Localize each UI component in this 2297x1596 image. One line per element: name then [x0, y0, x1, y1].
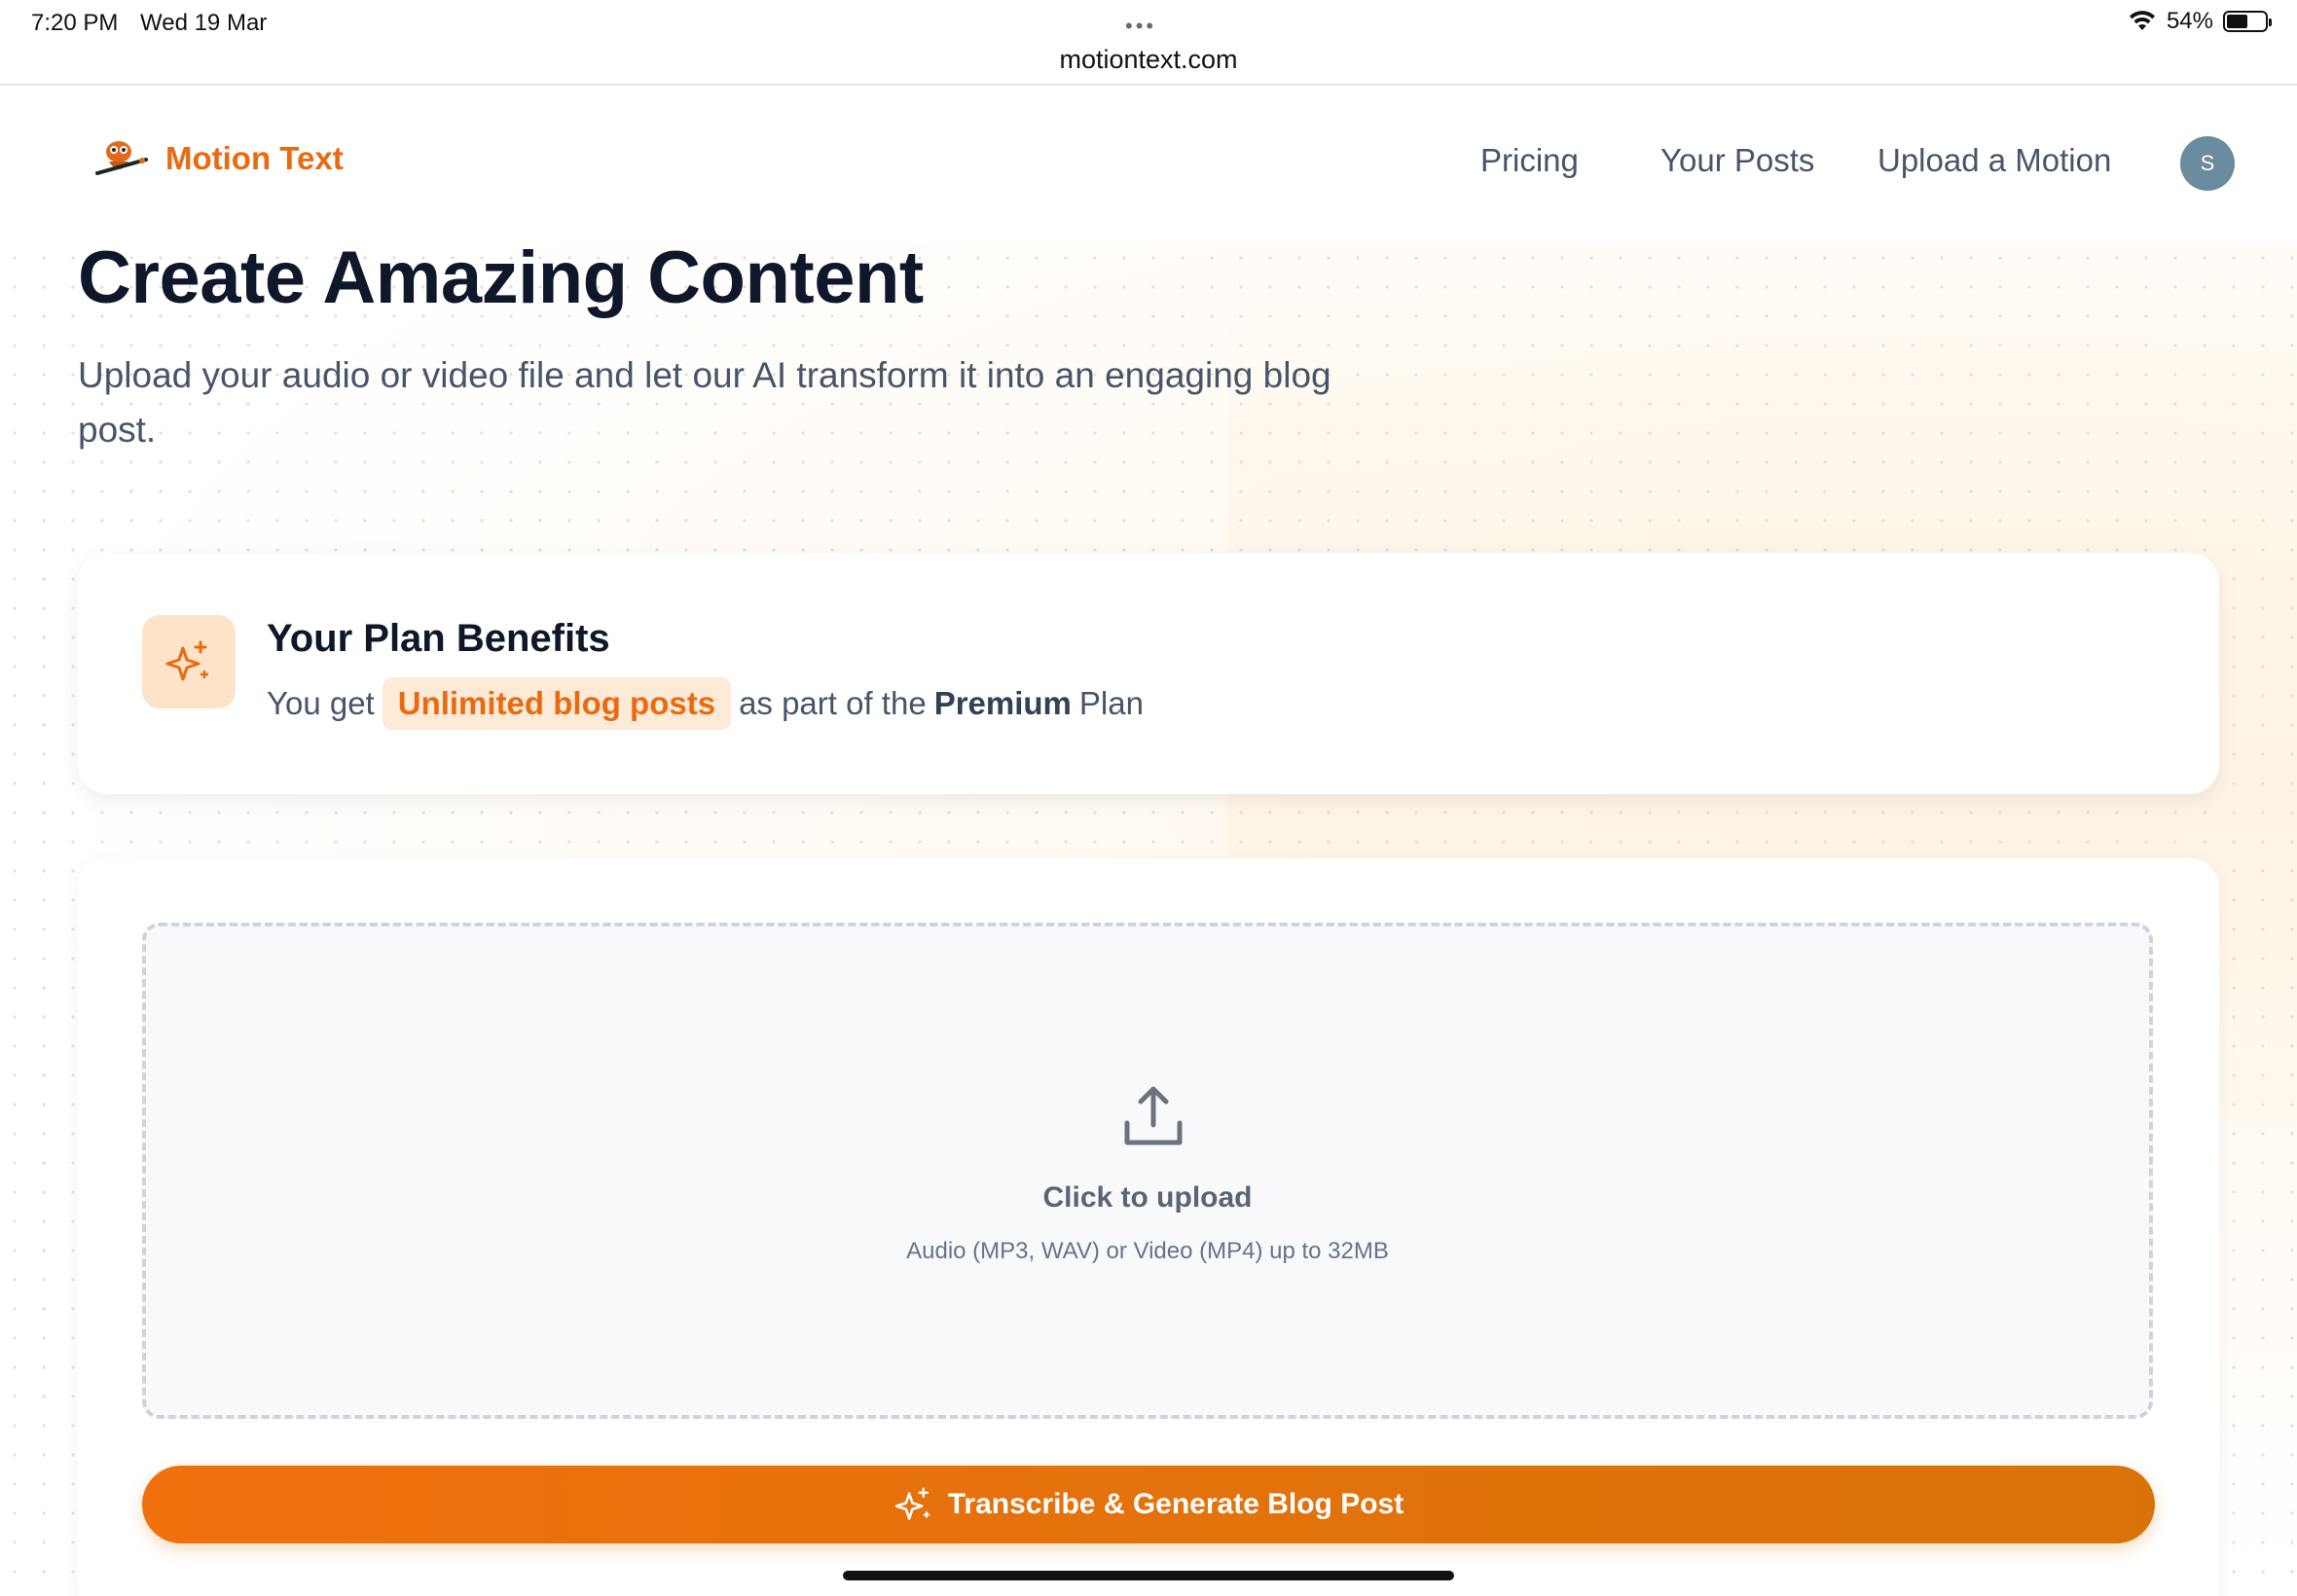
plan-name: Premium: [933, 685, 1072, 721]
sparkles-icon: [894, 1487, 930, 1520]
page-title: Create Amazing Content: [78, 236, 924, 319]
upload-card: Click to upload Audio (MP3, WAV) or Vide…: [78, 858, 2219, 1596]
plan-prefix: You get: [267, 685, 375, 721]
browser-menu-dots[interactable]: •••: [1125, 14, 1156, 39]
user-avatar[interactable]: S: [2180, 136, 2235, 191]
battery-percent: 54%: [2166, 8, 2213, 34]
upload-title: Click to upload: [1042, 1181, 1253, 1214]
upload-hint: Audio (MP3, WAV) or Video (MP4) up to 32…: [906, 1238, 1389, 1264]
plan-description: You get Unlimited blog posts as part of …: [267, 677, 1144, 730]
nav-link-your-posts[interactable]: Your Posts: [1660, 142, 1814, 179]
mascot-logo-icon: [95, 141, 148, 175]
sparkles-icon: [165, 640, 209, 681]
battery-fill: [2227, 15, 2247, 28]
plan-benefits-card: Your Plan Benefits You get Unlimited blo…: [78, 553, 2219, 794]
plan-suffix: Plan: [1078, 685, 1144, 721]
status-indicators: 54%: [2128, 8, 2272, 35]
upload-icon: [1124, 1086, 1183, 1145]
brand-logo[interactable]: Motion Text: [93, 136, 344, 181]
wifi-icon: [2129, 11, 2155, 30]
plan-middle-text: as part of the: [739, 685, 927, 721]
file-dropzone[interactable]: Click to upload Audio (MP3, WAV) or Vide…: [142, 923, 2153, 1419]
transcribe-generate-label: Transcribe & Generate Blog Post: [947, 1488, 1404, 1520]
plan-title: Your Plan Benefits: [267, 617, 610, 660]
plan-icon-tile: [142, 615, 236, 708]
home-indicator: [843, 1571, 1454, 1580]
page: 7:20 PM Wed 19 Mar ••• motiontext.com 54…: [0, 0, 2297, 1596]
transcribe-generate-button[interactable]: Transcribe & Generate Blog Post: [142, 1466, 2155, 1543]
top-navigation: Motion Text Pricing Your Posts Upload a …: [0, 88, 2297, 241]
nav-link-upload-a-motion[interactable]: Upload a Motion: [1878, 142, 2111, 179]
status-bar: 7:20 PM Wed 19 Mar ••• motiontext.com 54…: [0, 0, 2297, 86]
battery-icon: [2223, 11, 2272, 32]
page-subtitle: Upload your audio or video file and let …: [78, 355, 1331, 450]
plan-benefit-badge: Unlimited blog posts: [382, 677, 732, 730]
status-time: 7:20 PM: [31, 10, 119, 36]
status-date: Wed 19 Mar: [140, 10, 268, 36]
nav-link-pricing[interactable]: Pricing: [1480, 142, 1579, 179]
address-bar-url[interactable]: motiontext.com: [0, 45, 2297, 75]
brand-name: Motion Text: [165, 140, 344, 176]
